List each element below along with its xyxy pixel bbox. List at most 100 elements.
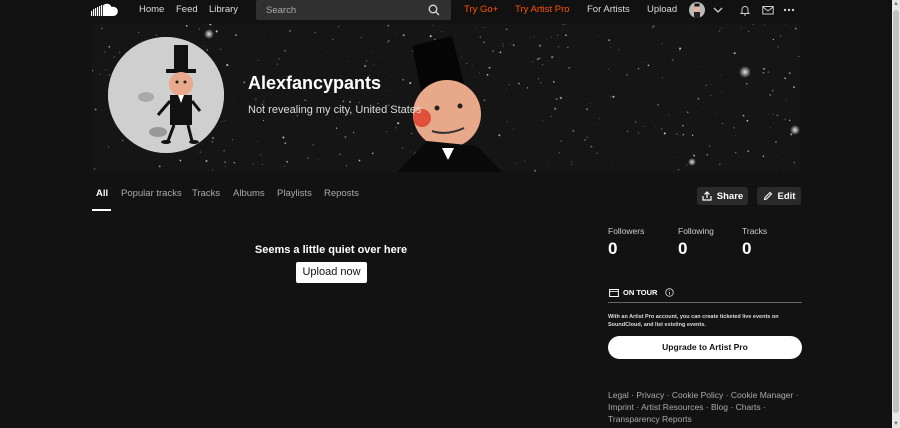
banner-star: [774, 141, 777, 144]
banner-star: [283, 165, 286, 167]
footer-link-artist-resources[interactable]: Artist Resources: [641, 402, 703, 412]
banner-star: [286, 160, 288, 163]
tab-albums[interactable]: Albums: [233, 188, 265, 199]
banner-star: [289, 30, 291, 32]
banner-star: [779, 35, 782, 38]
following-count[interactable]: 0: [678, 239, 687, 259]
banner-star: [724, 107, 726, 109]
banner-star: [557, 153, 558, 154]
tab-tracks[interactable]: Tracks: [192, 188, 220, 199]
for-artists-link[interactable]: For Artists: [587, 0, 630, 20]
footer-link-charts[interactable]: Charts: [736, 402, 761, 412]
banner-star: [721, 92, 723, 94]
banner-star: [387, 40, 390, 42]
tab-all[interactable]: All: [96, 188, 108, 199]
banner-star: [266, 135, 268, 136]
banner-star: [233, 161, 236, 164]
banner-star: [257, 59, 259, 62]
banner-star: [607, 68, 609, 70]
following-label[interactable]: Following: [678, 226, 714, 236]
tracks-label[interactable]: Tracks: [742, 226, 767, 236]
banner-star: [733, 52, 736, 55]
banner-star: [651, 26, 654, 29]
scroll-up-arrow-icon[interactable]: ▲: [892, 0, 900, 8]
banner-star: [373, 63, 375, 65]
search-input[interactable]: [256, 0, 451, 21]
footer-link-cookie-policy[interactable]: Cookie Policy: [672, 390, 724, 400]
footer-link-blog[interactable]: Blog: [711, 402, 728, 412]
banner-star: [198, 28, 200, 30]
banner-star: [488, 66, 491, 69]
banner-star: [506, 28, 508, 30]
tracks-count[interactable]: 0: [742, 239, 751, 259]
scrollbar-thumb[interactable]: [893, 10, 899, 413]
banner-star: [677, 168, 680, 171]
notifications-bell-icon[interactable]: [739, 4, 751, 16]
messages-envelope-icon[interactable]: [762, 4, 774, 16]
info-icon[interactable]: [665, 288, 675, 297]
banner-star: [537, 78, 539, 80]
followers-count[interactable]: 0: [608, 239, 617, 259]
banner-star: [733, 126, 735, 129]
search-icon[interactable]: [428, 4, 440, 16]
upload-now-button[interactable]: Upload now: [296, 262, 367, 283]
footer-link-transparency-reports[interactable]: Transparency Reports: [608, 414, 692, 424]
nav-home-link[interactable]: Home: [139, 0, 164, 20]
banner-star: [224, 161, 226, 163]
try-go-plus-link[interactable]: Try Go+: [464, 0, 498, 20]
banner-star: [777, 46, 779, 48]
banner-star: [502, 45, 504, 47]
banner-star: [590, 103, 592, 104]
banner-star: [336, 117, 337, 118]
banner-star: [386, 131, 388, 133]
footer-link-imprint[interactable]: Imprint: [608, 402, 634, 412]
tab-popular-tracks[interactable]: Popular tracks: [121, 188, 182, 199]
more-options-icon[interactable]: [783, 4, 795, 16]
user-avatar[interactable]: [689, 2, 705, 18]
soundcloud-logo-icon[interactable]: [91, 2, 121, 18]
tab-reposts[interactable]: Reposts: [324, 188, 359, 199]
scroll-down-arrow-icon[interactable]: ▼: [892, 420, 900, 428]
banner-star: [745, 82, 748, 85]
banner-star: [634, 121, 637, 123]
footer-link-legal[interactable]: Legal: [608, 390, 629, 400]
banner-star: [104, 69, 107, 71]
pencil-icon: [763, 191, 772, 201]
banner-star: [267, 95, 268, 96]
banner-star: [107, 146, 109, 148]
edit-button[interactable]: Edit: [757, 187, 801, 205]
banner-star: [331, 38, 334, 41]
banner-star: [700, 143, 701, 144]
banner-star: [784, 24, 786, 26]
profile-avatar[interactable]: [108, 37, 224, 153]
page-scrollbar[interactable]: ▲ ▼: [892, 0, 900, 428]
footer-link-cookie-manager[interactable]: Cookie Manager: [731, 390, 793, 400]
profile-character-image: [108, 37, 224, 153]
banner-star: [512, 44, 515, 47]
banner-star: [101, 27, 103, 29]
banner-star: [776, 114, 778, 117]
banner-star: [483, 41, 485, 43]
banner-star: [108, 74, 111, 76]
active-tab-indicator: [92, 209, 111, 211]
upgrade-to-artist-pro-button[interactable]: Upgrade to Artist Pro: [608, 336, 802, 359]
upload-link[interactable]: Upload: [647, 0, 677, 20]
tab-playlists[interactable]: Playlists: [277, 188, 312, 199]
banner-star: [146, 154, 147, 155]
banner-star: [484, 27, 486, 29]
chevron-down-icon[interactable]: [712, 4, 724, 16]
footer-link-privacy[interactable]: Privacy: [636, 390, 664, 400]
banner-star: [212, 169, 214, 171]
banner-star: [104, 51, 106, 53]
nav-feed-link[interactable]: Feed: [176, 0, 198, 20]
followers-label[interactable]: Followers: [608, 226, 644, 236]
nav-library-link[interactable]: Library: [209, 0, 238, 20]
banner-star: [396, 33, 397, 35]
banner-star: [155, 34, 158, 36]
share-button[interactable]: Share: [697, 187, 748, 205]
banner-star: [691, 134, 694, 136]
banner-star: [441, 31, 443, 33]
banner-star: [554, 107, 557, 110]
banner-star: [533, 36, 535, 38]
try-artist-pro-link[interactable]: Try Artist Pro: [515, 0, 570, 20]
